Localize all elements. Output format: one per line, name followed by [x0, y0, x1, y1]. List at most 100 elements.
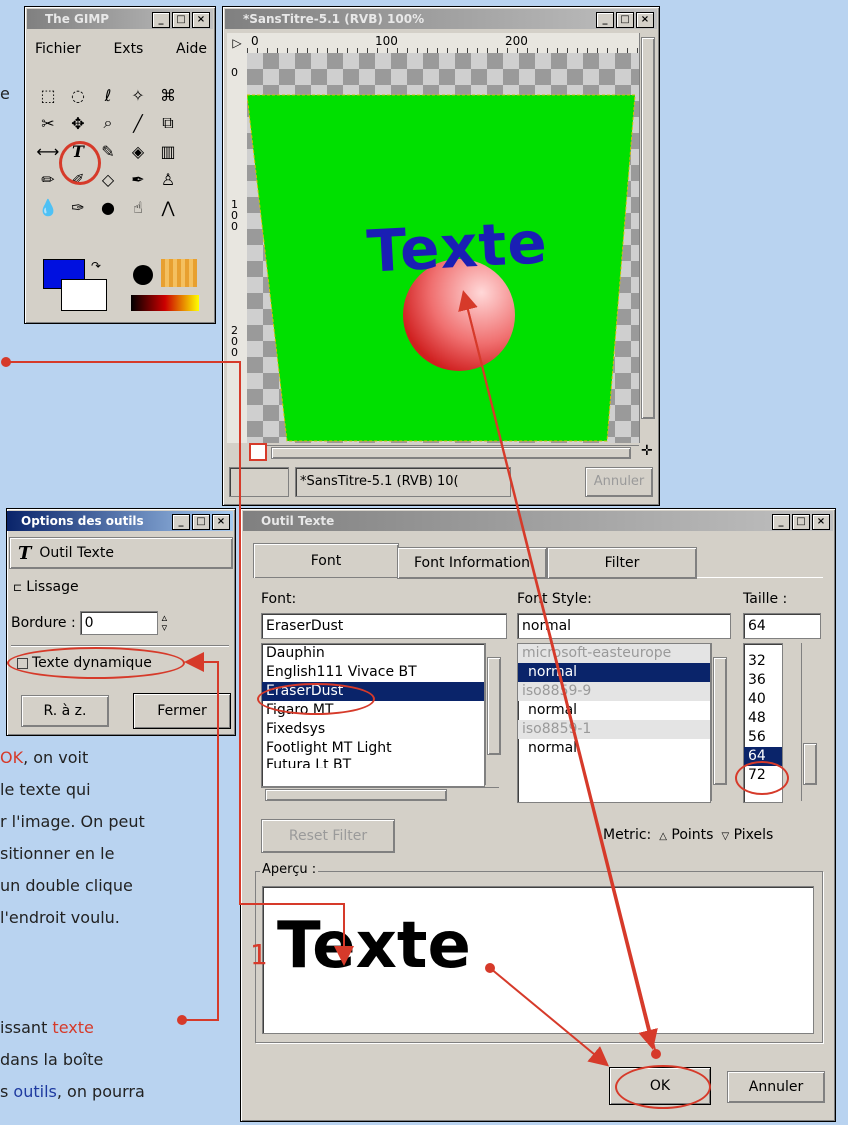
- transform-icon[interactable]: ⧉: [153, 109, 183, 137]
- gradient-preview[interactable]: [131, 295, 199, 311]
- horizontal-scrollbar[interactable]: [267, 445, 639, 460]
- maximize-button[interactable]: □: [792, 514, 810, 530]
- metric-label: Metric:: [603, 827, 652, 843]
- list-item[interactable]: microsoft-easteurope: [518, 644, 710, 663]
- text-dialog-titlebar[interactable]: Outil Texte _ □ ×: [243, 511, 833, 531]
- airbrush-icon[interactable]: ✒: [123, 165, 153, 193]
- list-item[interactable]: English111 Vivace BT: [262, 663, 484, 682]
- list-item[interactable]: 32: [744, 652, 782, 671]
- lasso-icon[interactable]: ℓ: [93, 81, 123, 109]
- swap-colors-icon[interactable]: ↷: [91, 259, 101, 273]
- maximize-button[interactable]: □: [192, 514, 210, 530]
- vertical-scrollbar[interactable]: [639, 33, 656, 443]
- quickmask-icon[interactable]: [249, 443, 267, 461]
- pencil-icon[interactable]: ✏: [33, 165, 63, 193]
- size-input[interactable]: 64: [743, 613, 821, 639]
- scroll-thumb-h[interactable]: [271, 447, 631, 459]
- brush-preview-icon[interactable]: [133, 265, 153, 285]
- menu-exts[interactable]: Exts: [113, 41, 143, 63]
- ruler-corner[interactable]: ▷: [227, 33, 247, 53]
- color-swatches[interactable]: ↷: [39, 259, 115, 315]
- ellipse-select-icon[interactable]: ◌: [63, 81, 93, 109]
- style-list-vscroll[interactable]: [711, 643, 728, 801]
- style-input[interactable]: normal: [517, 613, 731, 639]
- toolbox-titlebar[interactable]: The GIMP _ □ ×: [27, 9, 213, 29]
- tool-options-title: Options des outils: [21, 514, 144, 528]
- menu-fichier[interactable]: Fichier: [35, 41, 81, 63]
- minimize-button[interactable]: _: [172, 514, 190, 530]
- bucket-fill-icon[interactable]: ◈: [123, 137, 153, 165]
- maximize-button[interactable]: □: [616, 12, 634, 28]
- smoothing-checkbox[interactable]: ⊏ Lissage: [13, 579, 79, 595]
- close-button[interactable]: ×: [192, 12, 210, 28]
- menu-aide[interactable]: Aide: [176, 41, 207, 63]
- brush-pattern-gradient[interactable]: [129, 259, 203, 315]
- maximize-button[interactable]: □: [172, 12, 190, 28]
- tab-font-information[interactable]: Font Information: [397, 547, 547, 579]
- measure-icon[interactable]: ⋀: [153, 193, 183, 221]
- list-item[interactable]: 56: [744, 728, 782, 747]
- scroll-thumb-h[interactable]: [265, 789, 447, 801]
- move-icon[interactable]: ✥: [63, 109, 93, 137]
- font-list-vscroll[interactable]: [485, 643, 502, 785]
- background-color[interactable]: [61, 279, 107, 311]
- minimize-button[interactable]: _: [772, 514, 790, 530]
- canvas-text[interactable]: Texte: [365, 208, 549, 285]
- scroll-thumb-v[interactable]: [713, 657, 727, 785]
- close-button[interactable]: ×: [812, 514, 830, 530]
- blur-icon[interactable]: 💧: [33, 193, 63, 221]
- reset-filter-button[interactable]: Reset Filter: [261, 819, 395, 853]
- bezier-icon[interactable]: ⌘: [153, 81, 183, 109]
- cancel-button[interactable]: Annuler: [727, 1071, 825, 1103]
- metric-points-radio[interactable]: △ Points: [659, 827, 713, 843]
- spin-arrows-icon[interactable]: ▵ ▿: [162, 612, 168, 633]
- image-titlebar[interactable]: *SansTitre-5.1 (RVB) 100% _ □ ×: [225, 9, 657, 29]
- list-item[interactable]: 36: [744, 671, 782, 690]
- scroll-thumb-v[interactable]: [641, 37, 655, 419]
- clone-icon[interactable]: ♙: [153, 165, 183, 193]
- close-button[interactable]: ×: [212, 514, 230, 530]
- smudge-icon[interactable]: ☝: [123, 193, 153, 221]
- image-canvas[interactable]: Texte: [247, 53, 639, 443]
- list-item-selected[interactable]: normal: [518, 663, 710, 682]
- scissors-icon[interactable]: ✂: [33, 109, 63, 137]
- image-cancel-button[interactable]: Annuler: [585, 467, 653, 497]
- minimize-button[interactable]: _: [152, 12, 170, 28]
- close-button[interactable]: ×: [636, 12, 654, 28]
- style-list[interactable]: microsoft-easteurope normal iso8859-9 no…: [517, 643, 711, 803]
- tab-font[interactable]: Font: [253, 543, 399, 578]
- metric-pixels-radio[interactable]: ▽ Pixels: [721, 827, 773, 843]
- border-input[interactable]: 0: [79, 611, 158, 635]
- font-list-hscroll[interactable]: [261, 787, 499, 802]
- list-item[interactable]: 48: [744, 709, 782, 728]
- list-item[interactable]: normal: [518, 701, 710, 720]
- pattern-preview[interactable]: [161, 259, 197, 287]
- crop-icon[interactable]: ╱: [123, 109, 153, 137]
- tool-options-titlebar[interactable]: Options des outils _ □ ×: [7, 511, 233, 531]
- reset-button[interactable]: R. à z.: [21, 695, 109, 727]
- dodge-icon[interactable]: ●: [93, 193, 123, 221]
- size-list-vscroll[interactable]: [801, 643, 818, 801]
- list-item[interactable]: normal: [518, 739, 710, 758]
- font-label: Font:: [261, 591, 297, 607]
- scroll-thumb-v[interactable]: [487, 657, 501, 755]
- list-item[interactable]: Futura Lt BT: [262, 758, 484, 768]
- list-item[interactable]: 40: [744, 690, 782, 709]
- gradient-icon[interactable]: ▥: [153, 137, 183, 165]
- magnify-icon[interactable]: ⌕: [93, 109, 123, 137]
- close-options-button[interactable]: Fermer: [133, 693, 231, 729]
- minimize-button[interactable]: _: [596, 12, 614, 28]
- list-item[interactable]: Dauphin: [262, 644, 484, 663]
- fuzzy-select-icon[interactable]: ✧: [123, 81, 153, 109]
- rect-select-icon[interactable]: ⬚: [33, 81, 63, 109]
- list-item[interactable]: iso8859-1: [518, 720, 710, 739]
- list-item[interactable]: Footlight MT Light: [262, 739, 484, 758]
- list-item[interactable]: iso8859-9: [518, 682, 710, 701]
- list-item[interactable]: Fixedsys: [262, 720, 484, 739]
- tab-filter[interactable]: Filter: [547, 547, 697, 579]
- font-list[interactable]: Dauphin English111 Vivace BT EraserDust …: [261, 643, 485, 787]
- scroll-thumb-v[interactable]: [803, 743, 817, 785]
- navigate-icon[interactable]: ✛: [641, 443, 653, 459]
- font-input[interactable]: EraserDust: [261, 613, 507, 639]
- ink-icon[interactable]: ✑: [63, 193, 93, 221]
